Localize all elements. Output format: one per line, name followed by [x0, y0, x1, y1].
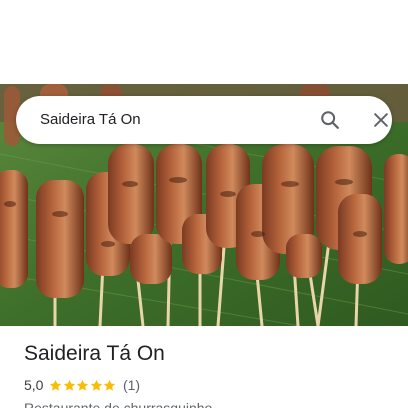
rating-value: 5,0 — [24, 377, 44, 393]
review-count[interactable]: (1) — [123, 376, 140, 394]
close-button[interactable] — [367, 106, 395, 134]
search-bar[interactable]: Saideira Tá On — [16, 96, 392, 144]
star-icon — [50, 379, 62, 391]
rating-row[interactable]: 5,0 (1) — [24, 376, 394, 394]
place-title: Saideira Tá On — [24, 342, 165, 365]
place-category[interactable]: Restaurante de churrasquinho — [24, 399, 394, 408]
star-icon — [90, 379, 103, 391]
place-info: Saideira Tá On 5,0 (1) Restaurante de ch… — [24, 340, 394, 408]
place-screen: Saideira Tá On Saideira Tá On 5,0 (1) Re… — [0, 0, 408, 408]
star-icon — [63, 379, 76, 391]
star-icon — [104, 379, 116, 391]
search-button[interactable] — [316, 106, 344, 134]
star-icon — [77, 379, 89, 391]
search-icon — [321, 111, 339, 129]
star-rating — [49, 379, 117, 392]
close-icon — [374, 113, 388, 127]
search-input[interactable]: Saideira Tá On — [40, 110, 141, 130]
